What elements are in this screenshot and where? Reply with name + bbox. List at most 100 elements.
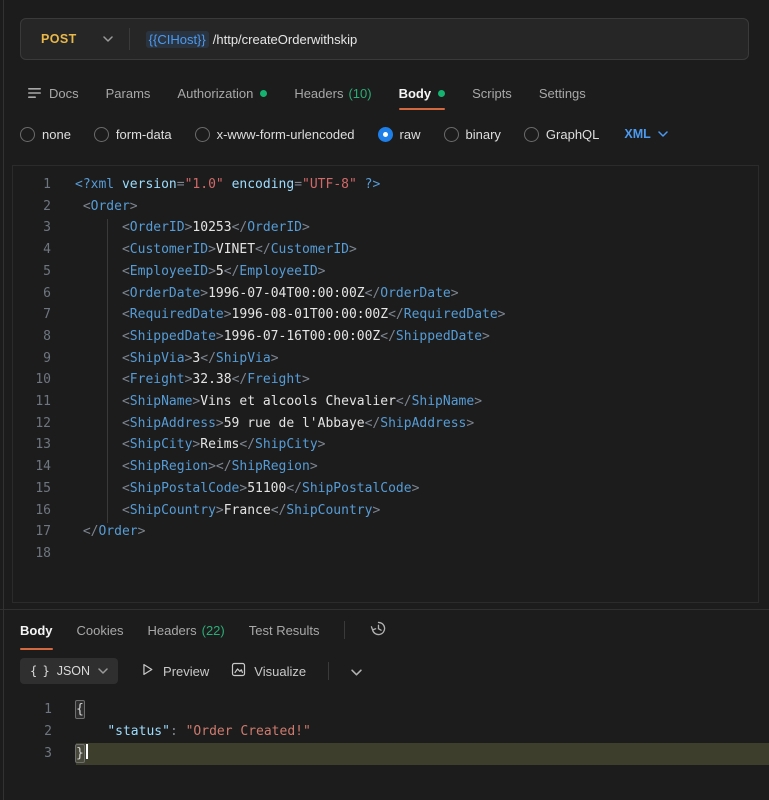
line-number: 18 bbox=[13, 543, 51, 565]
code-content: "status": "Order Created!" bbox=[76, 721, 769, 743]
code-content: <ShippedDate>1996-07-16T00:00:00Z</Shipp… bbox=[75, 326, 758, 348]
response-tab-headers[interactable]: Headers(22) bbox=[147, 610, 224, 650]
line-number: 4 bbox=[13, 239, 51, 261]
radio-icon bbox=[94, 127, 109, 142]
tab-headers[interactable]: Headers(10) bbox=[294, 76, 371, 110]
code-content: <ShipCountry>France</ShipCountry> bbox=[75, 500, 758, 522]
code-line: 5 <EmployeeID>5</EmployeeID> bbox=[13, 261, 758, 283]
visualize-label: Visualize bbox=[254, 664, 306, 679]
response-history-button[interactable] bbox=[369, 619, 388, 641]
code-line: 2 "status": "Order Created!" bbox=[0, 721, 769, 743]
headers-count: (10) bbox=[348, 86, 371, 101]
line-number: 10 bbox=[13, 369, 51, 391]
code-line: 8 <ShippedDate>1996-07-16T00:00:00Z</Shi… bbox=[13, 326, 758, 348]
code-line: 1{ bbox=[0, 699, 769, 721]
play-outline-icon bbox=[140, 662, 155, 680]
mode-form-data[interactable]: form-data bbox=[94, 127, 172, 142]
tab-authorization[interactable]: Authorization bbox=[177, 76, 267, 110]
status-dot bbox=[438, 90, 445, 97]
mode-graphql[interactable]: GraphQL bbox=[524, 127, 599, 142]
code-content: } bbox=[76, 743, 769, 765]
tab-label: Body bbox=[399, 86, 432, 101]
request-body-editor[interactable]: 1 <?xml version="1.0" encoding="UTF-8" ?>… bbox=[12, 165, 759, 603]
raw-language-label: XML bbox=[624, 127, 650, 141]
line-number: 1 bbox=[13, 174, 51, 196]
tab-docs[interactable]: Docs bbox=[28, 76, 79, 110]
line-number: 12 bbox=[13, 413, 51, 435]
preview-button[interactable]: Preview bbox=[140, 662, 209, 680]
tab-body[interactable]: Body bbox=[399, 76, 446, 110]
mode-raw[interactable]: raw bbox=[378, 127, 421, 142]
line-number: 2 bbox=[0, 721, 52, 743]
radio-icon bbox=[195, 127, 210, 142]
code-line: 3} bbox=[0, 743, 769, 765]
mode-x-www-form-urlencoded[interactable]: x-www-form-urlencoded bbox=[195, 127, 355, 142]
raw-language-dropdown[interactable]: XML bbox=[624, 127, 667, 141]
line-number: 2 bbox=[13, 196, 51, 218]
url-variable: {{CIHost}} bbox=[146, 31, 209, 48]
code-content: <RequiredDate>1996-08-01T00:00:00Z</Requ… bbox=[75, 304, 758, 326]
code-content: { bbox=[76, 699, 769, 721]
more-formats-dropdown[interactable] bbox=[351, 664, 362, 679]
image-icon bbox=[231, 662, 246, 680]
code-content: <ShipRegion></ShipRegion> bbox=[75, 456, 758, 478]
code-content: <ShipPostalCode>51100</ShipPostalCode> bbox=[75, 478, 758, 500]
code-line: 14 <ShipRegion></ShipRegion> bbox=[13, 456, 758, 478]
response-tab-cookies[interactable]: Cookies bbox=[77, 610, 124, 650]
code-line: 15 <ShipPostalCode>51100</ShipPostalCode… bbox=[13, 478, 758, 500]
method-dropdown[interactable]: POST bbox=[21, 19, 129, 59]
response-section: Body Cookies Headers(22) Test Results { … bbox=[0, 609, 769, 765]
mode-none[interactable]: none bbox=[20, 127, 71, 142]
visualize-button[interactable]: Visualize bbox=[231, 662, 306, 680]
request-url-bar: POST {{CIHost}} /http/createOrderwithski… bbox=[20, 18, 749, 60]
code-content: <Order> bbox=[75, 196, 758, 218]
line-number: 1 bbox=[0, 699, 52, 721]
line-number: 17 bbox=[13, 521, 51, 543]
code-line: 12 <ShipAddress>59 rue de l'Abbaye</Ship… bbox=[13, 413, 758, 435]
preview-label: Preview bbox=[163, 664, 209, 679]
divider bbox=[328, 662, 329, 680]
response-body-editor[interactable]: 1{2 "status": "Order Created!"3} bbox=[0, 692, 769, 765]
response-format-dropdown[interactable]: { } JSON bbox=[20, 658, 118, 684]
chevron-down-icon bbox=[103, 36, 113, 42]
body-mode-row: none form-data x-www-form-urlencoded raw… bbox=[0, 116, 769, 152]
chevron-down-icon bbox=[351, 664, 362, 679]
postman-request-view: POST {{CIHost}} /http/createOrderwithski… bbox=[0, 0, 769, 800]
line-number: 13 bbox=[13, 434, 51, 456]
curly-braces-icon: { } bbox=[30, 664, 49, 678]
tab-label: Cookies bbox=[77, 623, 124, 638]
line-number: 14 bbox=[13, 456, 51, 478]
tab-settings[interactable]: Settings bbox=[539, 76, 586, 110]
code-content: </Order> bbox=[75, 521, 758, 543]
tab-label: Docs bbox=[49, 86, 79, 101]
chevron-down-icon bbox=[658, 131, 668, 137]
response-tab-body[interactable]: Body bbox=[20, 610, 53, 650]
code-line: 6 <OrderDate>1996-07-04T00:00:00Z</Order… bbox=[13, 283, 758, 305]
code-content: <?xml version="1.0" encoding="UTF-8" ?> bbox=[75, 174, 758, 196]
code-content: <ShipVia>3</ShipVia> bbox=[75, 348, 758, 370]
code-content: <EmployeeID>5</EmployeeID> bbox=[75, 261, 758, 283]
docs-lines-icon bbox=[28, 87, 42, 99]
code-line: 18 bbox=[13, 543, 758, 565]
radio-icon bbox=[444, 127, 459, 142]
history-clock-icon bbox=[369, 619, 388, 641]
code-content: <ShipName>Vins et alcools Chevalier</Shi… bbox=[75, 391, 758, 413]
response-toolbar: { } JSON Preview Visualize bbox=[0, 650, 769, 692]
code-content bbox=[75, 543, 758, 565]
request-tabs: Docs Params Authorization Headers(10) Bo… bbox=[0, 76, 769, 110]
line-number: 8 bbox=[13, 326, 51, 348]
code-line: 2 <Order> bbox=[13, 196, 758, 218]
method-label: POST bbox=[41, 32, 77, 46]
line-number: 5 bbox=[13, 261, 51, 283]
response-tab-test-results[interactable]: Test Results bbox=[249, 610, 320, 650]
tab-scripts[interactable]: Scripts bbox=[472, 76, 512, 110]
tab-label: Scripts bbox=[472, 86, 512, 101]
code-line: 10 <Freight>32.38</Freight> bbox=[13, 369, 758, 391]
code-content: <ShipAddress>59 rue de l'Abbaye</ShipAdd… bbox=[75, 413, 758, 435]
mode-binary[interactable]: binary bbox=[444, 127, 501, 142]
url-input[interactable]: {{CIHost}} /http/createOrderwithskip bbox=[130, 31, 748, 48]
tab-label: Params bbox=[106, 86, 151, 101]
tab-params[interactable]: Params bbox=[106, 76, 151, 110]
line-number: 3 bbox=[0, 743, 52, 765]
line-number: 9 bbox=[13, 348, 51, 370]
